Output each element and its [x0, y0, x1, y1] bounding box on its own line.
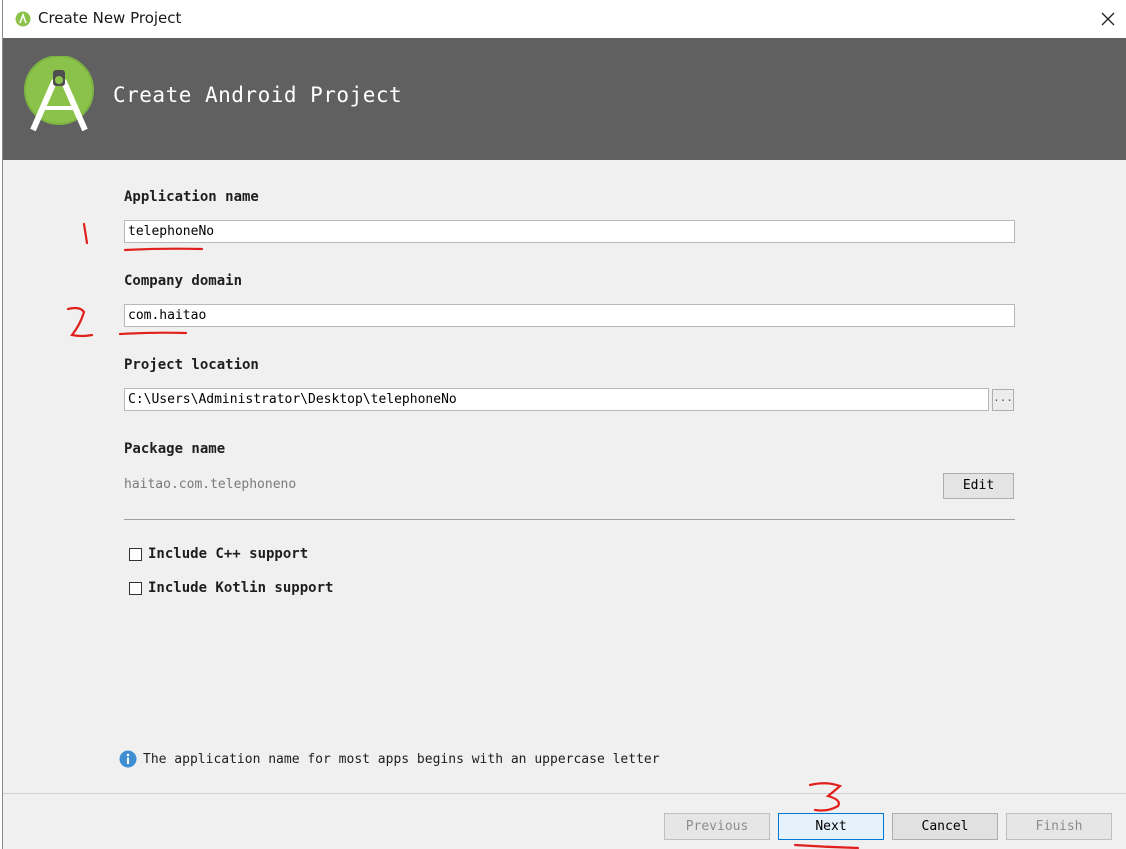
close-icon — [1101, 12, 1115, 26]
header-title: Create Android Project — [113, 83, 403, 107]
info-icon — [119, 750, 137, 768]
company-domain-label: Company domain — [124, 273, 243, 289]
cpp-support-option[interactable]: Include C++ support — [129, 546, 308, 562]
browse-button[interactable]: ... — [992, 389, 1014, 411]
project-location-field[interactable]: C:\Users\Administrator\Desktop\telephone… — [124, 388, 989, 411]
title-bar: Create New Project — [3, 0, 1126, 38]
application-name-field[interactable]: telephoneNo — [124, 220, 1015, 243]
wizard-header: Create Android Project — [3, 38, 1126, 160]
close-button[interactable] — [1089, 0, 1126, 38]
hint-row: The application name for most apps begin… — [119, 750, 660, 768]
hint-text: The application name for most apps begin… — [143, 751, 660, 767]
kotlin-support-option[interactable]: Include Kotlin support — [129, 580, 333, 596]
cpp-support-checkbox[interactable] — [129, 547, 142, 561]
next-button[interactable]: Next — [778, 813, 884, 840]
cancel-button[interactable]: Cancel — [892, 813, 998, 840]
application-name-label: Application name — [124, 189, 259, 205]
company-domain-field[interactable]: com.haitao — [124, 304, 1015, 327]
package-name-value: haitao.com.telephoneno — [124, 477, 297, 492]
window-title: Create New Project — [38, 9, 182, 27]
cpp-support-label[interactable]: Include C++ support — [148, 546, 308, 562]
kotlin-support-label[interactable]: Include Kotlin support — [148, 580, 333, 596]
finish-button[interactable]: Finish — [1006, 813, 1112, 840]
android-studio-logo — [24, 56, 94, 132]
android-studio-icon — [15, 11, 31, 27]
create-project-dialog: Create New Project Create Android Projec… — [2, 0, 1126, 849]
project-location-label: Project location — [124, 357, 259, 373]
previous-button[interactable]: Previous — [664, 813, 770, 840]
package-name-label: Package name — [124, 441, 226, 457]
edit-package-button[interactable]: Edit — [943, 473, 1014, 499]
section-divider — [124, 519, 1015, 520]
kotlin-support-checkbox[interactable] — [129, 581, 142, 595]
footer-divider — [3, 793, 1126, 794]
